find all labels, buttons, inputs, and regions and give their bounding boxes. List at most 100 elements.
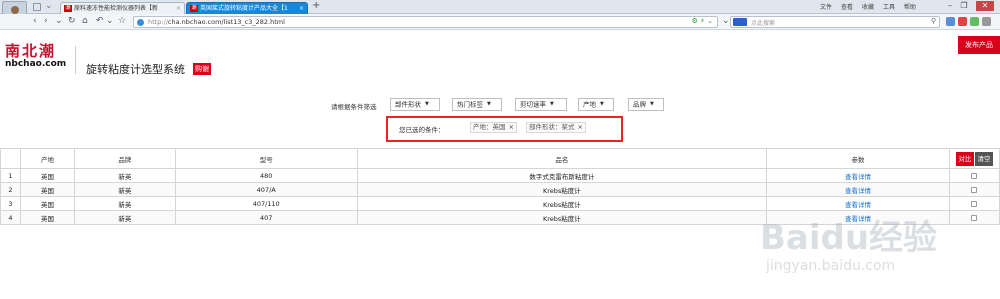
cell-model: 407: [174, 210, 358, 225]
back-icon[interactable]: ‹: [33, 16, 37, 27]
remove-icon[interactable]: ×: [509, 123, 514, 131]
globe-icon: [137, 19, 144, 26]
cell-name: Krebs粘度计: [356, 210, 768, 225]
adblock-icon[interactable]: [958, 17, 967, 26]
browser-tab-1[interactable]: 潮 原料速冻性能检测仪器列表【新 ×: [60, 2, 185, 14]
col-brand: 品牌: [73, 148, 176, 169]
menu-view[interactable]: 查看: [841, 2, 853, 11]
security-icons[interactable]: ⚙ ⚡ ⌄: [691, 17, 713, 25]
minimize-button[interactable]: –: [944, 1, 956, 11]
col-params: 参数: [766, 148, 950, 169]
view-details-link[interactable]: 查看详情: [766, 182, 950, 197]
new-tab-button[interactable]: +: [312, 0, 320, 11]
cell-model: 407/A: [174, 182, 358, 197]
filter-origin-dropdown[interactable]: 产地 ▼: [578, 98, 614, 111]
star-icon[interactable]: ☆: [118, 16, 126, 27]
menu-icon[interactable]: [982, 17, 991, 26]
filter-part-shape-dropdown[interactable]: 部件形状 ▼: [390, 98, 440, 111]
compare-button[interactable]: 对比: [955, 151, 974, 166]
extension-icon[interactable]: [970, 17, 979, 26]
cell-brand: 新英: [73, 182, 176, 197]
compare-checkbox[interactable]: [971, 186, 978, 193]
cell-index: 4: [0, 210, 21, 225]
browser-tab-2-active[interactable]: 潮 英国桨式旋转粘度计产品大全【1 ×: [186, 2, 308, 14]
remove-icon[interactable]: ×: [578, 123, 583, 131]
browser-tab-bar: ⌄ 潮 原料速冻性能检测仪器列表【新 × 潮 英国桨式旋转粘度计产品大全【1 ×…: [0, 0, 1000, 14]
close-tab-icon[interactable]: ×: [299, 3, 304, 14]
tab-grid-icon[interactable]: [33, 3, 41, 11]
menu-tools[interactable]: 工具: [883, 2, 895, 11]
cell-origin: 英国: [19, 196, 75, 211]
site-logo[interactable]: 南北潮 nbchao.com: [5, 43, 69, 69]
caret-down-icon: ▼: [425, 101, 429, 107]
undo-icon[interactable]: ↶: [96, 16, 104, 27]
cell-brand: 新英: [73, 168, 176, 183]
chevron-down-icon[interactable]: ⌄: [45, 1, 53, 11]
selected-chip-part-shape[interactable]: 部件形状：桨式 ×: [526, 122, 586, 133]
search-box[interactable]: 点此搜索 ⚲: [730, 16, 940, 28]
filter-brand-dropdown[interactable]: 品牌 ▼: [628, 98, 664, 111]
cell-brand: 新英: [73, 196, 176, 211]
menu-file[interactable]: 文件: [820, 2, 832, 11]
filter-shear-rate-dropdown[interactable]: 剪切速率 ▼: [515, 98, 567, 111]
selected-conditions: 您已选的条件： 产地：英国 × 部件形状：桨式 ×: [386, 116, 623, 142]
col-origin: 产地: [19, 148, 75, 169]
refresh-icon[interactable]: ↻: [68, 16, 76, 27]
page-title: 旋转粘度计选型系统: [86, 63, 185, 76]
col-actions: 对比 清空: [948, 148, 1000, 169]
cell-model: 407/110: [174, 196, 358, 211]
cell-origin: 英国: [19, 168, 75, 183]
chevron-down-icon[interactable]: ⌄: [106, 16, 114, 27]
selected-conditions-label: 您已选的条件：: [399, 126, 445, 134]
cell-origin: 英国: [19, 210, 75, 225]
col-name: 品名: [356, 148, 768, 169]
view-details-link[interactable]: 查看详情: [766, 168, 950, 183]
publish-product-button[interactable]: 发布产品: [958, 36, 1000, 54]
forward-icon[interactable]: ›: [44, 16, 48, 27]
chevron-down-icon[interactable]: ⌄: [55, 16, 63, 27]
address-bar[interactable]: http://cha.nbchao.com/list13_c3_282.html…: [133, 16, 718, 28]
view-details-link[interactable]: 查看详情: [766, 196, 950, 211]
favicon-icon: 潮: [190, 5, 198, 12]
cell-index: 1: [0, 168, 21, 183]
cell-index: 2: [0, 182, 21, 197]
menu-help[interactable]: 帮助: [904, 2, 916, 11]
compare-checkbox[interactable]: [971, 200, 978, 207]
cell-name: 数字式克雷布斯粘度计: [356, 168, 768, 183]
chevron-down-icon[interactable]: ⌄: [722, 16, 730, 27]
close-window-button[interactable]: ✕: [976, 1, 994, 11]
title-badge: 购谢: [193, 63, 211, 75]
search-icon[interactable]: ⚲: [931, 17, 936, 25]
selected-chip-origin[interactable]: 产地：英国 ×: [470, 122, 517, 133]
restore-button[interactable]: ❐: [958, 1, 970, 11]
favicon-icon: 潮: [64, 5, 72, 12]
compare-checkbox[interactable]: [971, 172, 978, 179]
watermark-url: jingyan.baidu.com: [766, 258, 896, 274]
view-details-link[interactable]: 查看详情: [766, 210, 950, 225]
menu-favorites[interactable]: 收藏: [862, 2, 874, 11]
table-row: 3 英国 新英 407/110 Krebs粘度计 查看详情: [0, 196, 1000, 211]
caret-down-icon: ▼: [550, 101, 554, 107]
filter-hot-tags-dropdown[interactable]: 热门标签 ▼: [452, 98, 502, 111]
table-header-row: 产地 品牌 型号 品名 参数 对比 清空: [0, 148, 1000, 169]
address-url[interactable]: http://cha.nbchao.com/list13_c3_282.html: [148, 18, 285, 26]
col-model: 型号: [174, 148, 358, 169]
results-table: 产地 品牌 型号 品名 参数 对比 清空 1 英国 新英 480 数字式克雷布斯粘…: [0, 148, 1000, 225]
divider: [75, 46, 76, 74]
home-icon[interactable]: ⌂: [82, 16, 88, 27]
tab-title: 英国桨式旋转粘度计产品大全【1: [200, 5, 288, 12]
search-placeholder[interactable]: 点此搜索: [751, 18, 775, 27]
caret-down-icon: ▼: [650, 101, 654, 107]
table-row: 4 英国 新英 407 Krebs粘度计 查看详情: [0, 210, 1000, 225]
search-engine-icon[interactable]: [733, 18, 747, 26]
logo-chinese: 南北潮: [5, 42, 57, 60]
cell-brand: 新英: [73, 210, 176, 225]
caret-down-icon: ▼: [600, 101, 604, 107]
clear-button[interactable]: 清空: [974, 151, 993, 166]
tab-title: 原料速冻性能检测仪器列表【新: [74, 5, 159, 12]
compare-checkbox[interactable]: [971, 214, 978, 221]
grid-apps-icon[interactable]: [946, 17, 955, 26]
close-tab-icon[interactable]: ×: [176, 3, 181, 14]
table-row: 1 英国 新英 480 数字式克雷布斯粘度计 查看详情: [0, 168, 1000, 183]
browser-nav-bar: ‹ › ⌄ ↻ ⌂ ↶ ⌄ ☆ http://cha.nbchao.com/li…: [0, 14, 1000, 30]
